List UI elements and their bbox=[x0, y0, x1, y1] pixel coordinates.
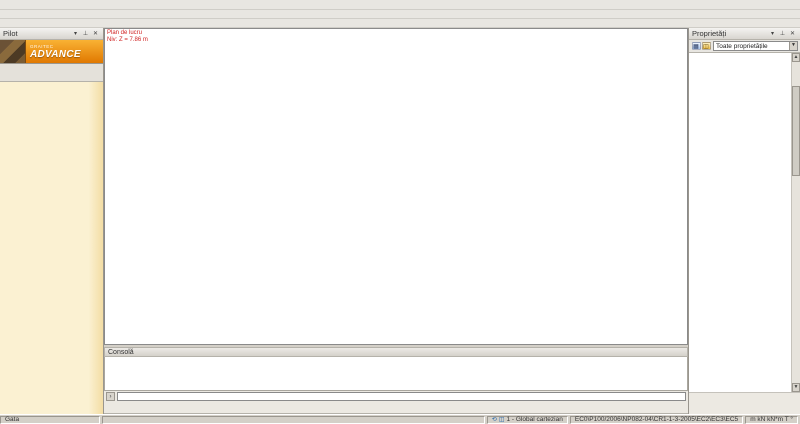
pilot-tabs bbox=[0, 64, 103, 82]
properties-panel-header: Proprietăți ▾ ⊥ ✕ bbox=[689, 28, 800, 40]
properties-filter-value: Toate proprietățile bbox=[716, 43, 768, 50]
properties-copy-button[interactable]: ◫ bbox=[702, 42, 711, 50]
banner-photo bbox=[0, 40, 26, 63]
properties-filler bbox=[689, 392, 800, 414]
ucs-icon: ⟲ bbox=[492, 416, 497, 423]
status-units: m kN kN*m T ° bbox=[745, 416, 798, 424]
viewport-annotation: Plan de lucru Niv: Z = 7.86 m bbox=[107, 30, 148, 44]
console-tabs bbox=[104, 402, 688, 414]
status-bar: Gata ⟲ ◫ 1 - Global cartezian EC0\P100/2… bbox=[0, 414, 800, 424]
pilot-pin-button[interactable]: ⊥ bbox=[81, 29, 90, 38]
viewport-3d[interactable]: Plan de lucru Niv: Z = 7.86 m bbox=[104, 28, 688, 345]
properties-pin-button[interactable]: ⊥ bbox=[778, 29, 787, 38]
view-cube-icon: ◫ bbox=[499, 416, 505, 423]
console-output bbox=[104, 357, 688, 391]
console-run-button[interactable]: › bbox=[106, 392, 115, 401]
pilot-panel: Pilot ▾ ⊥ ✕ GRAITEC ADVANCE bbox=[0, 28, 104, 414]
menu-bar bbox=[0, 0, 800, 10]
viewport-annotation-line2: Niv: Z = 7.86 m bbox=[107, 37, 148, 44]
toolbar-modeling bbox=[0, 19, 800, 28]
properties-close-button[interactable]: ✕ bbox=[788, 29, 797, 38]
toolbar-standard bbox=[0, 10, 800, 19]
brand-graitec-label: GRAITEC bbox=[30, 44, 103, 49]
viewport-canvas[interactable] bbox=[105, 29, 688, 345]
pilot-menu-button[interactable]: ▾ bbox=[71, 29, 80, 38]
console-title: Consolă bbox=[108, 349, 134, 356]
pilot-close-button[interactable]: ✕ bbox=[91, 29, 100, 38]
command-input[interactable] bbox=[117, 392, 686, 401]
status-coord-system: ⟲ ◫ 1 - Global cartezian bbox=[487, 416, 568, 424]
brand-advance-label: ADVANCE bbox=[30, 49, 103, 60]
status-spacer bbox=[102, 416, 485, 424]
properties-save-button[interactable]: ▦ bbox=[692, 42, 701, 50]
properties-panel: Proprietăți ▾ ⊥ ✕ ▦ ◫ Toate proprietățil… bbox=[688, 28, 800, 414]
scroll-up-icon[interactable]: ▲ bbox=[792, 53, 800, 62]
status-design-codes: EC0\P100/2006\NP082-04\CR1-1-3-2005\EC2\… bbox=[570, 416, 743, 424]
scroll-down-icon[interactable]: ▼ bbox=[792, 383, 800, 392]
properties-panel-title: Proprietăți bbox=[692, 29, 726, 38]
properties-menu-button[interactable]: ▾ bbox=[768, 29, 777, 38]
properties-scrollbar[interactable]: ▲ ▼ bbox=[792, 53, 800, 392]
status-ready: Gata bbox=[0, 416, 100, 424]
console-panel: Consolă › bbox=[104, 345, 688, 414]
pilot-panel-header: Pilot ▾ ⊥ ✕ bbox=[0, 28, 103, 40]
pilot-panel-title: Pilot bbox=[3, 29, 18, 38]
model-tree bbox=[0, 82, 103, 414]
property-grid bbox=[689, 53, 792, 392]
viewport-annotation-line1: Plan de lucru bbox=[107, 30, 148, 37]
scrollbar-thumb[interactable] bbox=[792, 86, 800, 176]
properties-filter-combo[interactable]: Toate proprietățile ▼ bbox=[713, 41, 798, 51]
chevron-down-icon: ▼ bbox=[789, 42, 797, 50]
graitec-advance-banner: GRAITEC ADVANCE bbox=[0, 40, 103, 64]
application-window: Pilot ▾ ⊥ ✕ GRAITEC ADVANCE Plan de lucr… bbox=[0, 0, 800, 424]
